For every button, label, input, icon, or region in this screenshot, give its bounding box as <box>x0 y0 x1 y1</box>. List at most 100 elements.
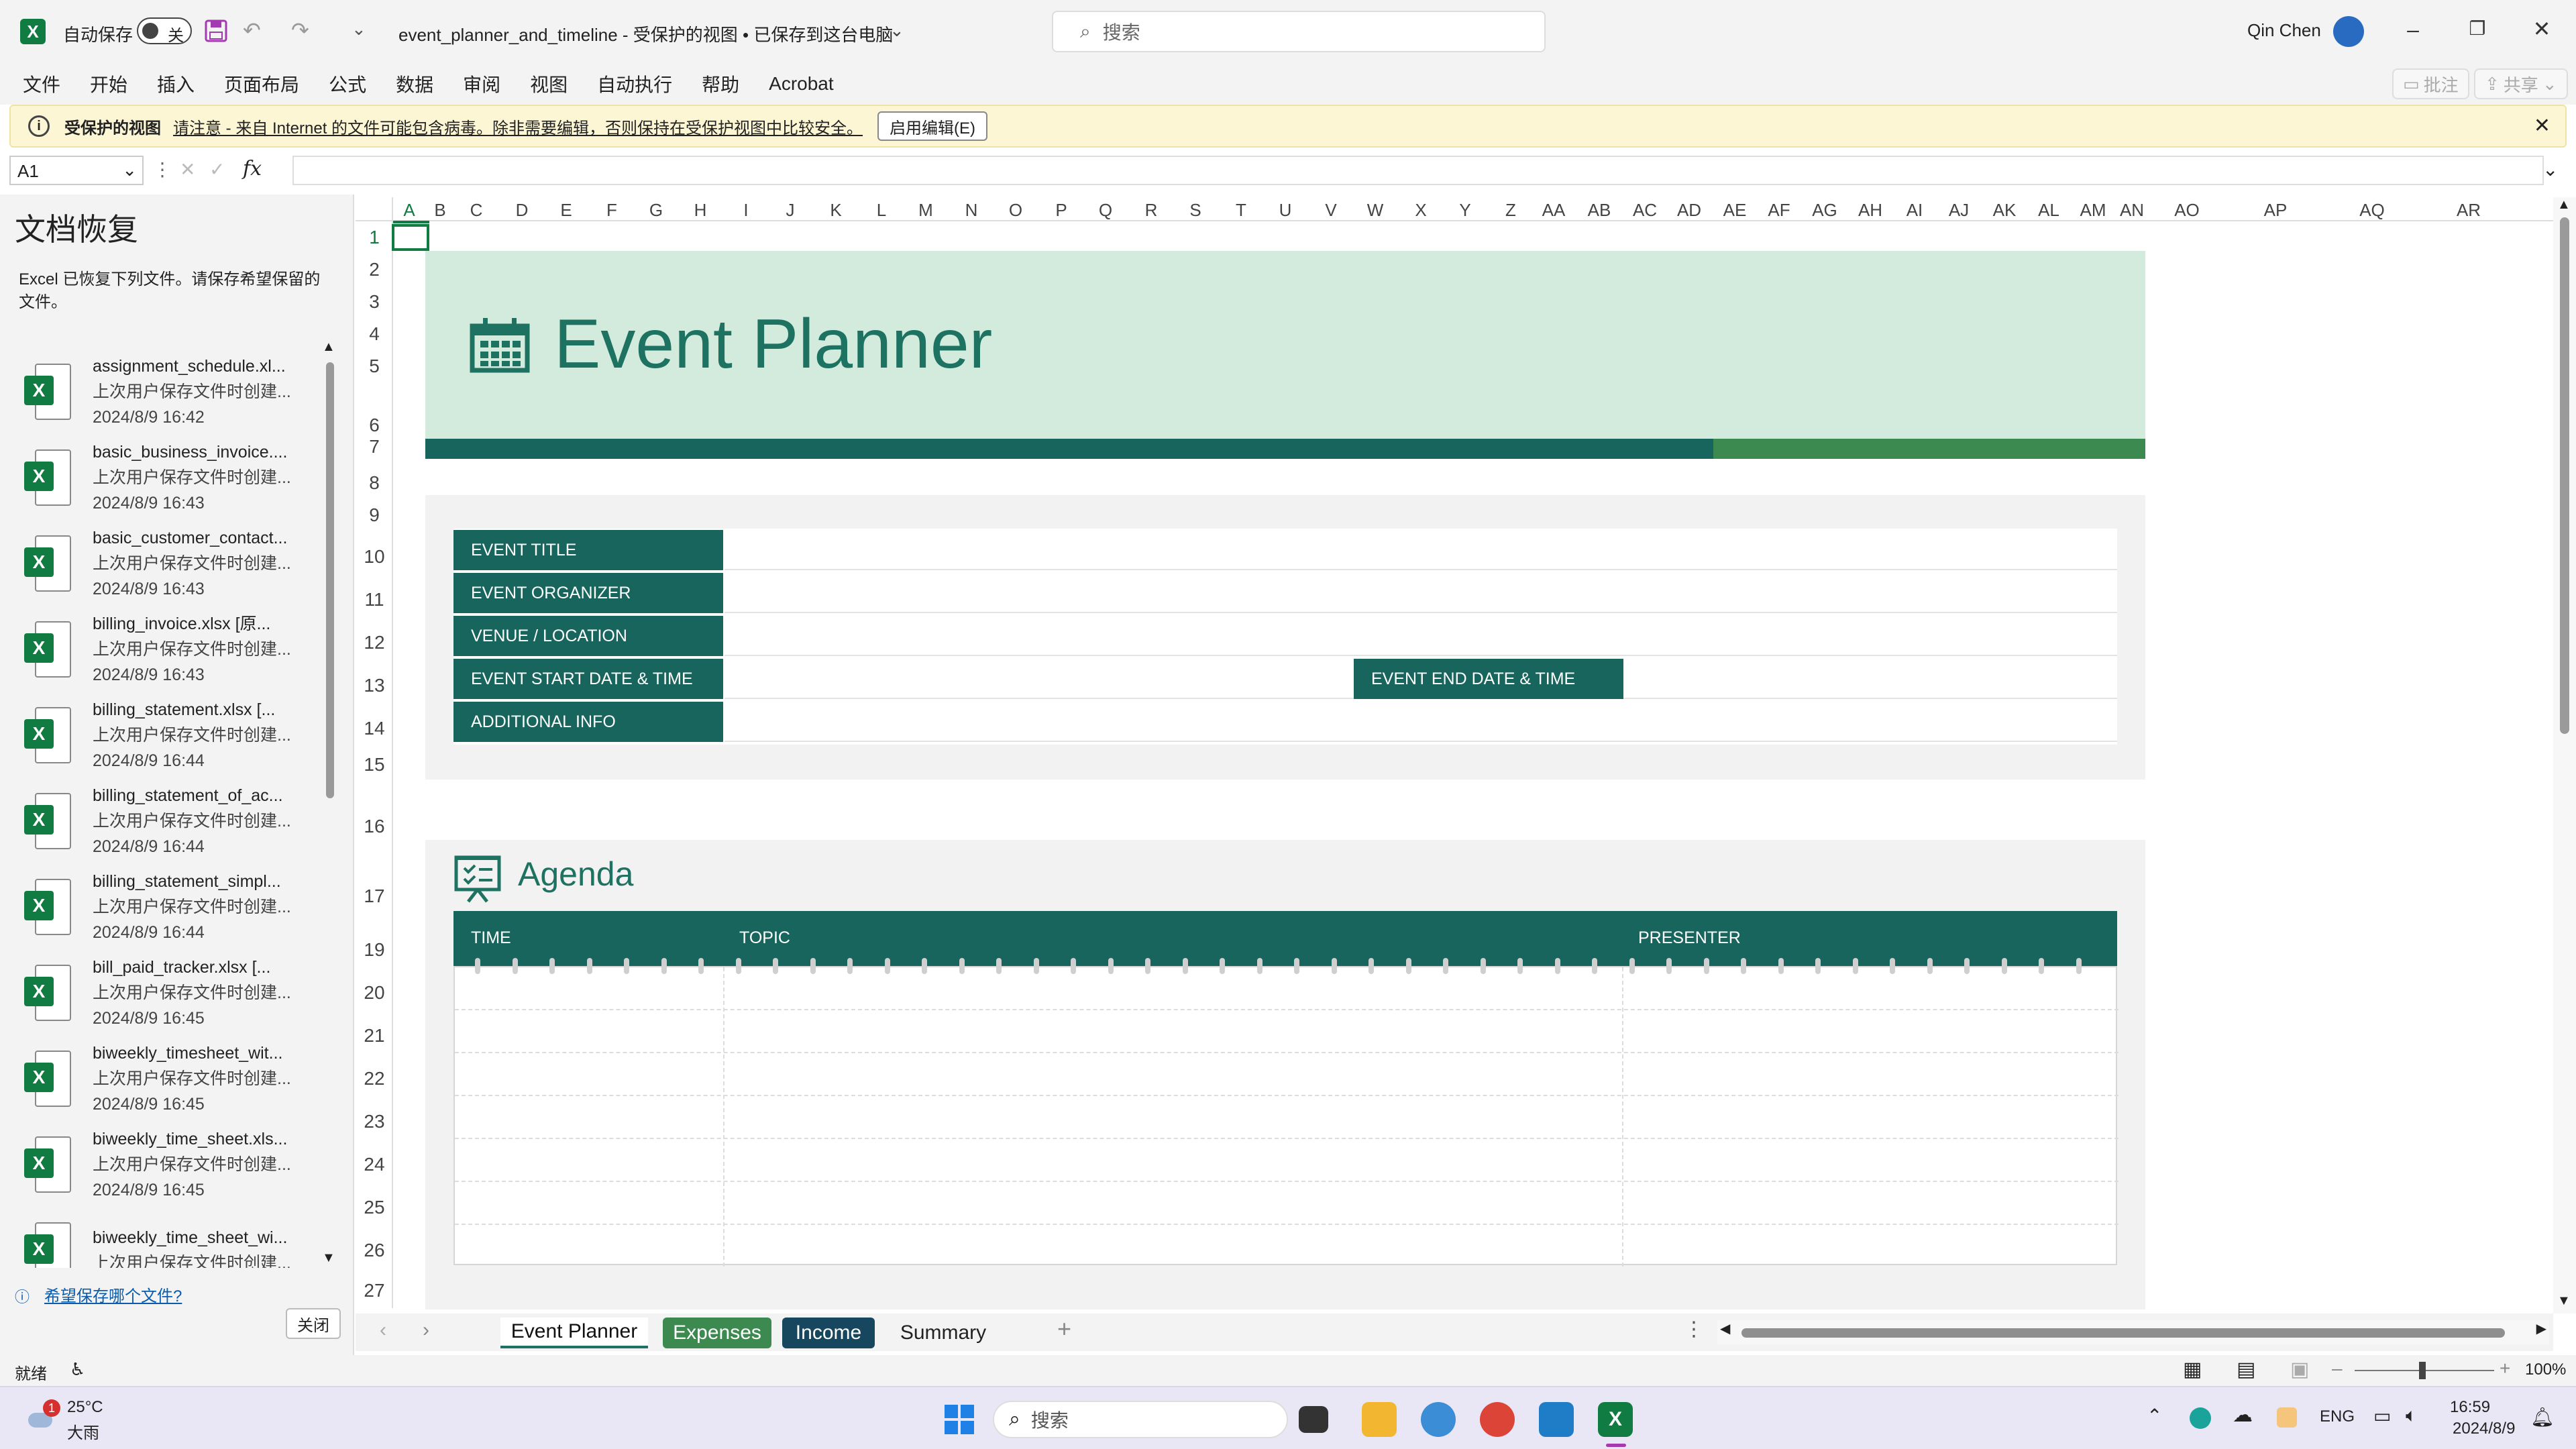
row-header[interactable]: 7 <box>356 436 393 458</box>
sheet-vertical-scrollbar[interactable]: ▲ ▼ <box>2553 197 2576 1313</box>
row-header[interactable]: 16 <box>356 816 393 837</box>
network-icon[interactable]: ▭ <box>2373 1405 2391 1427</box>
confirm-entry-icon[interactable]: ✓ <box>209 158 225 180</box>
title-search-box[interactable]: ⌕ 搜索 <box>1052 11 1546 52</box>
scroll-right-icon[interactable]: ▶ <box>2536 1320 2546 1337</box>
row-header[interactable]: 2 <box>356 259 393 280</box>
column-header[interactable]: AG <box>1805 200 1845 221</box>
recovery-file-item[interactable]: Xbilling_statement_simpl... 上次用户保存文件时创建..… <box>24 864 322 950</box>
select-all-corner[interactable] <box>356 197 393 221</box>
accessibility-icon[interactable]: ♿ <box>70 1359 85 1380</box>
column-header[interactable]: F <box>592 200 632 221</box>
column-header[interactable]: T <box>1221 200 1261 221</box>
column-header[interactable]: E <box>546 200 586 221</box>
minimize-icon[interactable]: – <box>2381 17 2445 42</box>
scroll-up-icon[interactable]: ▲ <box>322 339 335 355</box>
sheet-scroll-thumb[interactable] <box>2560 217 2569 734</box>
row-header[interactable]: 22 <box>356 1068 393 1089</box>
which-files-help-link[interactable]: 希望保存哪个文件? <box>44 1283 182 1306</box>
expand-formula-icon[interactable]: ⌄ <box>2542 158 2558 180</box>
recovery-file-item[interactable]: Xbasic_business_invoice.... 上次用户保存文件时创建..… <box>24 435 322 521</box>
insert-function-icon[interactable]: fx <box>243 157 262 180</box>
recovery-file-item[interactable]: Xbiweekly_time_sheet.xls... 上次用户保存文件时创建..… <box>24 1122 322 1208</box>
avatar[interactable] <box>2333 16 2364 47</box>
menu-help[interactable]: 帮助 <box>687 70 754 97</box>
chevron-down-icon[interactable]: ⌄ <box>890 20 904 41</box>
column-header[interactable]: W <box>1355 200 1395 221</box>
agenda-row[interactable] <box>455 1139 2118 1182</box>
row-header[interactable]: 10 <box>356 546 393 568</box>
agenda-row[interactable] <box>455 1010 2118 1053</box>
chrome-profile-icon[interactable] <box>1421 1402 1456 1437</box>
enable-editing-button[interactable]: 启用编辑(E) <box>877 111 988 141</box>
column-header[interactable]: Z <box>1491 200 1531 221</box>
row-header[interactable]: 14 <box>356 718 393 739</box>
recovery-file-item[interactable]: Xbiweekly_time_sheet_wi... 上次用户保存文件时创建... <box>24 1208 322 1268</box>
menu-review[interactable]: 审阅 <box>448 70 515 97</box>
row-header[interactable]: 12 <box>356 632 393 653</box>
menu-acrobat[interactable]: Acrobat <box>754 73 849 95</box>
column-header[interactable]: AE <box>1715 200 1755 221</box>
column-header[interactable]: X <box>1401 200 1441 221</box>
tab-income[interactable]: Income <box>782 1318 875 1348</box>
column-header[interactable]: AA <box>1534 200 1574 221</box>
column-header[interactable]: G <box>636 200 676 221</box>
column-header[interactable]: S <box>1175 200 1216 221</box>
selected-cell-a1[interactable] <box>392 224 429 251</box>
column-header[interactable]: M <box>906 200 946 221</box>
row-header[interactable]: 17 <box>356 885 393 907</box>
venue-location-value[interactable] <box>724 614 2117 656</box>
zoom-in-icon[interactable]: + <box>2500 1358 2510 1379</box>
row-header[interactable]: 13 <box>356 675 393 696</box>
column-header[interactable]: H <box>680 200 720 221</box>
menu-view[interactable]: 视图 <box>515 70 582 97</box>
chrome-icon[interactable] <box>1480 1402 1515 1437</box>
column-header[interactable]: AJ <box>1939 200 1979 221</box>
customize-quick-access-icon[interactable]: ⌄ <box>352 19 366 40</box>
file-explorer-icon[interactable] <box>1362 1402 1397 1437</box>
agenda-row[interactable] <box>455 967 2118 1010</box>
document-title[interactable]: event_planner_and_timeline - 受保护的视图 • 已保… <box>398 21 893 46</box>
row-header[interactable]: 19 <box>356 939 393 961</box>
row-header[interactable]: 21 <box>356 1025 393 1046</box>
column-header[interactable]: AO <box>2167 200 2207 221</box>
menu-insert[interactable]: 插入 <box>142 70 209 97</box>
row-header[interactable]: 26 <box>356 1240 393 1261</box>
close-window-icon[interactable]: ✕ <box>2510 16 2573 42</box>
column-header[interactable]: AF <box>1759 200 1799 221</box>
recovery-file-item[interactable]: Xbilling_invoice.xlsx [原... 上次用户保存文件时创建..… <box>24 606 322 692</box>
zoom-level[interactable]: 100% <box>2525 1360 2566 1379</box>
user-name[interactable]: Qin Chen <box>2247 20 2321 41</box>
column-header[interactable]: C <box>456 200 496 221</box>
input-language[interactable]: ENG <box>2320 1407 2355 1426</box>
recovery-file-item[interactable]: Xbilling_statement.xlsx [... 上次用户保存文件时创建.… <box>24 692 322 778</box>
cancel-entry-icon[interactable]: ✕ <box>180 158 195 180</box>
row-header[interactable]: 5 <box>356 356 393 377</box>
row-header[interactable]: 24 <box>356 1154 393 1175</box>
name-box[interactable]: A1 ⌄ <box>9 156 144 185</box>
menu-page-layout[interactable]: 页面布局 <box>209 70 314 97</box>
menu-formulas[interactable]: 公式 <box>314 70 381 97</box>
column-header[interactable]: P <box>1041 200 1081 221</box>
redo-icon[interactable]: ↷ <box>291 17 309 43</box>
notification-icon[interactable]: 🔔︎ <box>2530 1406 2555 1428</box>
event-title-value[interactable] <box>724 529 2117 570</box>
column-header[interactable]: AB <box>1579 200 1619 221</box>
row-header[interactable]: 11 <box>356 589 393 610</box>
column-header[interactable]: J <box>770 200 810 221</box>
column-header[interactable]: I <box>726 200 766 221</box>
clock-date[interactable]: 2024/8/9 <box>2453 1419 2515 1438</box>
normal-view-icon[interactable]: ▦ <box>2183 1358 2202 1381</box>
agenda-row[interactable] <box>455 1182 2118 1225</box>
comments-button[interactable]: ▭ 批注 <box>2392 68 2469 99</box>
autosave-toggle[interactable]: 关 <box>137 17 192 45</box>
column-header[interactable]: N <box>951 200 991 221</box>
taskbar-search[interactable]: ⌕ 搜索 <box>993 1401 1288 1438</box>
column-header[interactable]: D <box>502 200 542 221</box>
additional-info-value[interactable] <box>724 700 2117 742</box>
show-hidden-icons-icon[interactable]: ⌃ <box>2147 1405 2162 1427</box>
vscode-icon[interactable] <box>1539 1402 1574 1437</box>
h-scroll-thumb[interactable] <box>1741 1328 2505 1338</box>
column-header[interactable]: AN <box>2112 200 2152 221</box>
column-header[interactable]: AC <box>1625 200 1665 221</box>
